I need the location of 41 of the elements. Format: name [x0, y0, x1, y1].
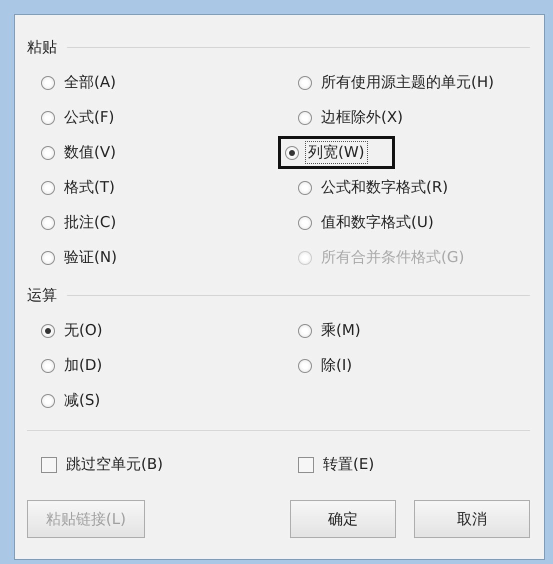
radio-button[interactable] — [41, 110, 55, 124]
option-label: 公式(F) — [63, 107, 116, 128]
checkbox-label: 转置(E) — [322, 454, 376, 475]
radio-button[interactable] — [41, 250, 55, 264]
option-label: 加(D) — [63, 355, 104, 376]
radio-button[interactable] — [298, 216, 312, 230]
option-label: 所有使用源主题的单元(H) — [320, 72, 495, 93]
dialog-button[interactable]: 取消 — [414, 500, 530, 538]
option-label: 减(S) — [63, 390, 102, 411]
option-label: 批注(C) — [63, 212, 118, 233]
radio-button[interactable] — [41, 180, 55, 194]
option-label: 边框除外(X) — [320, 107, 404, 128]
option-label: 数值(V) — [63, 142, 117, 163]
dialog-button[interactable]: 确定 — [290, 500, 396, 538]
option-label: 值和数字格式(U) — [320, 212, 435, 233]
radio-button[interactable] — [41, 324, 55, 338]
radio-button[interactable] — [298, 358, 312, 372]
option-label: 所有合并条件格式(G) — [320, 247, 466, 268]
option-label: 公式和数字格式(R) — [320, 177, 450, 198]
option-label: 格式(T) — [63, 177, 116, 198]
radio-button[interactable] — [285, 146, 299, 160]
radio-button[interactable] — [41, 146, 55, 160]
option-label: 验证(N) — [63, 247, 118, 268]
option-label: 列宽(W) — [305, 141, 368, 164]
option-label: 除(I) — [320, 355, 354, 376]
checkbox[interactable] — [41, 456, 57, 472]
radio-button[interactable] — [41, 394, 55, 408]
option-label: 全部(A) — [63, 72, 117, 93]
option-label: 无(O) — [63, 320, 104, 341]
option-label: 乘(M) — [320, 320, 362, 341]
section-title: 粘贴 — [27, 38, 57, 56]
radio-button[interactable] — [41, 358, 55, 372]
radio-button[interactable] — [298, 180, 312, 194]
section-title: 运算 — [27, 286, 57, 304]
radio-button[interactable] — [298, 76, 312, 90]
radio-button[interactable] — [41, 76, 55, 90]
checkbox-label: 跳过空单元(B) — [65, 454, 164, 475]
radio-button[interactable] — [298, 110, 312, 124]
radio-button[interactable] — [41, 216, 55, 230]
checkbox[interactable] — [298, 456, 314, 472]
radio-button[interactable] — [298, 324, 312, 338]
